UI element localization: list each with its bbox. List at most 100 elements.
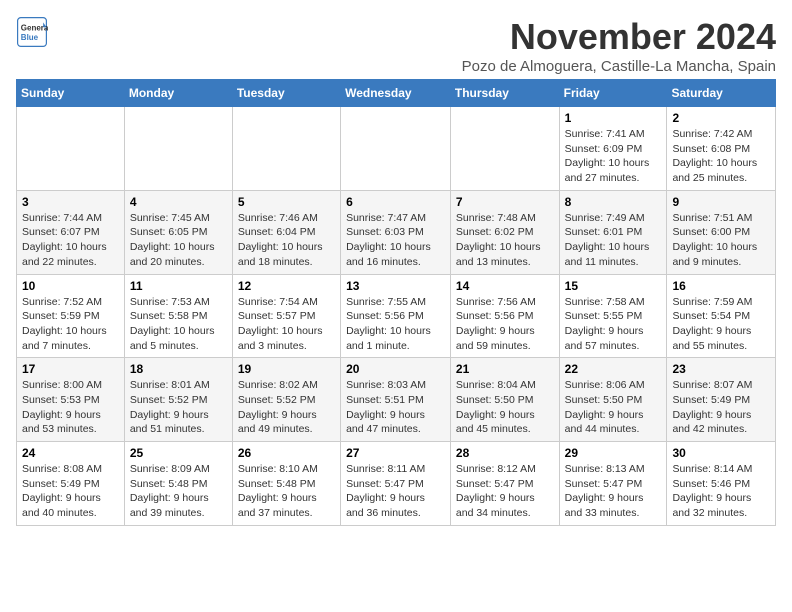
day-cell: 28 Sunrise: 8:12 AMSunset: 5:47 PMDayligh… — [450, 442, 559, 526]
calendar-header: SundayMondayTuesdayWednesdayThursdayFrid… — [17, 80, 776, 107]
day-info: Sunrise: 7:46 AMSunset: 6:04 PMDaylight:… — [238, 211, 335, 270]
day-info: Sunrise: 8:04 AMSunset: 5:50 PMDaylight:… — [456, 378, 554, 437]
day-info: Sunrise: 7:47 AMSunset: 6:03 PMDaylight:… — [346, 211, 445, 270]
day-number: 3 — [22, 195, 119, 209]
day-cell: 7 Sunrise: 7:48 AMSunset: 6:02 PMDaylight… — [450, 190, 559, 274]
day-info: Sunrise: 8:07 AMSunset: 5:49 PMDaylight:… — [672, 378, 770, 437]
day-info: Sunrise: 7:44 AMSunset: 6:07 PMDaylight:… — [22, 211, 119, 270]
calendar-body: 1 Sunrise: 7:41 AMSunset: 6:09 PMDaylight… — [17, 107, 776, 526]
day-number: 29 — [565, 446, 662, 460]
day-number: 7 — [456, 195, 554, 209]
header-cell-saturday: Saturday — [667, 80, 776, 107]
day-number: 30 — [672, 446, 770, 460]
day-cell: 19 Sunrise: 8:02 AMSunset: 5:52 PMDayligh… — [232, 358, 340, 442]
day-cell: 21 Sunrise: 8:04 AMSunset: 5:50 PMDayligh… — [450, 358, 559, 442]
day-cell: 6 Sunrise: 7:47 AMSunset: 6:03 PMDaylight… — [341, 190, 451, 274]
day-number: 24 — [22, 446, 119, 460]
day-number: 21 — [456, 362, 554, 376]
day-number: 16 — [672, 279, 770, 293]
day-number: 8 — [565, 195, 662, 209]
day-cell — [232, 107, 340, 191]
week-row-5: 24 Sunrise: 8:08 AMSunset: 5:49 PMDayligh… — [17, 442, 776, 526]
day-number: 26 — [238, 446, 335, 460]
day-cell: 26 Sunrise: 8:10 AMSunset: 5:48 PMDayligh… — [232, 442, 340, 526]
day-number: 22 — [565, 362, 662, 376]
day-number: 13 — [346, 279, 445, 293]
svg-text:Blue: Blue — [21, 33, 39, 42]
header-cell-wednesday: Wednesday — [341, 80, 451, 107]
day-info: Sunrise: 7:48 AMSunset: 6:02 PMDaylight:… — [456, 211, 554, 270]
day-cell: 30Sunrise: 8:14 AMSunset: 5:46 PMDayligh… — [667, 442, 776, 526]
day-info: Sunrise: 7:58 AMSunset: 5:55 PMDaylight:… — [565, 295, 662, 354]
week-row-2: 3 Sunrise: 7:44 AMSunset: 6:07 PMDaylight… — [17, 190, 776, 274]
day-cell: 4 Sunrise: 7:45 AMSunset: 6:05 PMDaylight… — [124, 190, 232, 274]
day-info: Sunrise: 7:49 AMSunset: 6:01 PMDaylight:… — [565, 211, 662, 270]
day-number: 4 — [130, 195, 227, 209]
day-number: 1 — [565, 111, 662, 125]
day-info: Sunrise: 7:56 AMSunset: 5:56 PMDaylight:… — [456, 295, 554, 354]
day-info: Sunrise: 8:12 AMSunset: 5:47 PMDaylight:… — [456, 462, 554, 521]
day-cell: 3 Sunrise: 7:44 AMSunset: 6:07 PMDaylight… — [17, 190, 125, 274]
day-info: Sunrise: 7:59 AMSunset: 5:54 PMDaylight:… — [672, 295, 770, 354]
day-info: Sunrise: 8:06 AMSunset: 5:50 PMDaylight:… — [565, 378, 662, 437]
month-title: November 2024 — [462, 16, 776, 58]
day-number: 12 — [238, 279, 335, 293]
day-cell: 12Sunrise: 7:54 AMSunset: 5:57 PMDayligh… — [232, 274, 340, 358]
day-number: 19 — [238, 362, 335, 376]
day-info: Sunrise: 8:02 AMSunset: 5:52 PMDaylight:… — [238, 378, 335, 437]
day-number: 9 — [672, 195, 770, 209]
day-info: Sunrise: 8:08 AMSunset: 5:49 PMDaylight:… — [22, 462, 119, 521]
location: Pozo de Almoguera, Castille-La Mancha, S… — [462, 58, 776, 75]
day-number: 23 — [672, 362, 770, 376]
day-number: 10 — [22, 279, 119, 293]
week-row-1: 1 Sunrise: 7:41 AMSunset: 6:09 PMDaylight… — [17, 107, 776, 191]
day-cell: 25Sunrise: 8:09 AMSunset: 5:48 PMDayligh… — [124, 442, 232, 526]
day-cell: 20Sunrise: 8:03 AMSunset: 5:51 PMDayligh… — [341, 358, 451, 442]
day-cell: 11Sunrise: 7:53 AMSunset: 5:58 PMDayligh… — [124, 274, 232, 358]
day-number: 17 — [22, 362, 119, 376]
page-header: General Blue November 2024 Pozo de Almog… — [16, 16, 776, 75]
day-number: 5 — [238, 195, 335, 209]
week-row-4: 17Sunrise: 8:00 AMSunset: 5:53 PMDayligh… — [17, 358, 776, 442]
day-number: 2 — [672, 111, 770, 125]
day-info: Sunrise: 7:51 AMSunset: 6:00 PMDaylight:… — [672, 211, 770, 270]
day-cell — [17, 107, 125, 191]
day-number: 28 — [456, 446, 554, 460]
day-info: Sunrise: 8:01 AMSunset: 5:52 PMDaylight:… — [130, 378, 227, 437]
title-area: November 2024 Pozo de Almoguera, Castill… — [462, 16, 776, 75]
day-info: Sunrise: 8:10 AMSunset: 5:48 PMDaylight:… — [238, 462, 335, 521]
day-info: Sunrise: 8:11 AMSunset: 5:47 PMDaylight:… — [346, 462, 445, 521]
day-cell: 17Sunrise: 8:00 AMSunset: 5:53 PMDayligh… — [17, 358, 125, 442]
day-info: Sunrise: 7:45 AMSunset: 6:05 PMDaylight:… — [130, 211, 227, 270]
day-cell: 1 Sunrise: 7:41 AMSunset: 6:09 PMDaylight… — [559, 107, 667, 191]
day-cell: 15 Sunrise: 7:58 AMSunset: 5:55 PMDayligh… — [559, 274, 667, 358]
day-number: 15 — [565, 279, 662, 293]
day-cell: 9 Sunrise: 7:51 AMSunset: 6:00 PMDaylight… — [667, 190, 776, 274]
day-cell: 24 Sunrise: 8:08 AMSunset: 5:49 PMDayligh… — [17, 442, 125, 526]
day-cell — [124, 107, 232, 191]
day-number: 14 — [456, 279, 554, 293]
day-info: Sunrise: 7:55 AMSunset: 5:56 PMDaylight:… — [346, 295, 445, 354]
day-info: Sunrise: 7:41 AMSunset: 6:09 PMDaylight:… — [565, 127, 662, 186]
day-cell: 18 Sunrise: 8:01 AMSunset: 5:52 PMDayligh… — [124, 358, 232, 442]
header-cell-tuesday: Tuesday — [232, 80, 340, 107]
day-cell: 8 Sunrise: 7:49 AMSunset: 6:01 PMDaylight… — [559, 190, 667, 274]
day-info: Sunrise: 8:13 AMSunset: 5:47 PMDaylight:… — [565, 462, 662, 521]
logo: General Blue — [16, 16, 48, 48]
day-number: 6 — [346, 195, 445, 209]
day-cell: 27Sunrise: 8:11 AMSunset: 5:47 PMDayligh… — [341, 442, 451, 526]
day-cell: 10 Sunrise: 7:52 AMSunset: 5:59 PMDayligh… — [17, 274, 125, 358]
day-info: Sunrise: 8:03 AMSunset: 5:51 PMDaylight:… — [346, 378, 445, 437]
day-number: 18 — [130, 362, 227, 376]
day-cell: 16 Sunrise: 7:59 AMSunset: 5:54 PMDayligh… — [667, 274, 776, 358]
header-cell-sunday: Sunday — [17, 80, 125, 107]
day-info: Sunrise: 7:42 AMSunset: 6:08 PMDaylight:… — [672, 127, 770, 186]
header-cell-friday: Friday — [559, 80, 667, 107]
calendar-table: SundayMondayTuesdayWednesdayThursdayFrid… — [16, 79, 776, 526]
day-cell: 14 Sunrise: 7:56 AMSunset: 5:56 PMDayligh… — [450, 274, 559, 358]
day-number: 11 — [130, 279, 227, 293]
day-info: Sunrise: 7:52 AMSunset: 5:59 PMDaylight:… — [22, 295, 119, 354]
header-row: SundayMondayTuesdayWednesdayThursdayFrid… — [17, 80, 776, 107]
week-row-3: 10 Sunrise: 7:52 AMSunset: 5:59 PMDayligh… — [17, 274, 776, 358]
day-cell — [450, 107, 559, 191]
